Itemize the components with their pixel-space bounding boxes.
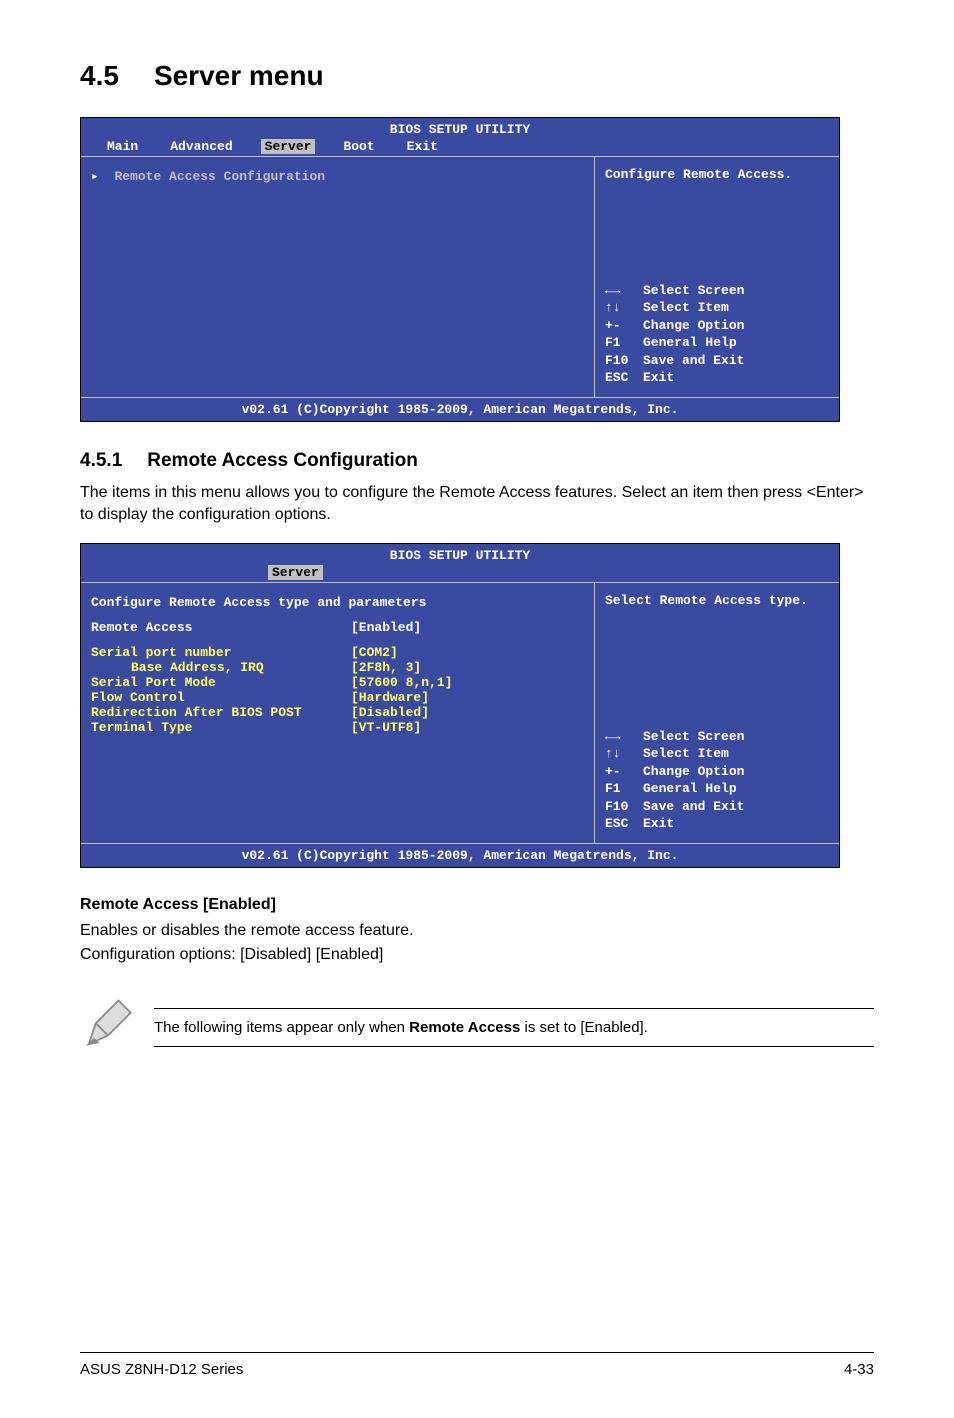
subsection-name: Remote Access Configuration bbox=[147, 450, 418, 471]
config-heading: Configure Remote Access type and paramet… bbox=[91, 595, 584, 610]
option-desc-1: Enables or disables the remote access fe… bbox=[80, 920, 874, 942]
option-desc-2: Configuration options: [Disabled] [Enabl… bbox=[80, 944, 874, 966]
bios-menu-bar-2: Server bbox=[81, 563, 839, 582]
page-footer: ASUS Z8NH-D12 Series 4-33 bbox=[80, 1352, 874, 1378]
note-block: The following items appear only when Rem… bbox=[80, 997, 874, 1058]
remote-access-config-item: Remote Access Configuration bbox=[114, 169, 325, 184]
subsection-title: 4.5.1 Remote Access Configuration bbox=[80, 450, 874, 472]
bios-menu-exit: Exit bbox=[391, 139, 454, 154]
note-text: The following items appear only when Rem… bbox=[154, 1008, 874, 1047]
bios-content-pane-2: Configure Remote Access type and paramet… bbox=[81, 583, 594, 843]
bios-menu-bar: Main Advanced Server Boot Exit bbox=[81, 137, 839, 156]
option-heading: Remote Access [Enabled] bbox=[80, 896, 874, 914]
bios-menu-boot: Boot bbox=[327, 139, 390, 154]
bios-help-pane-2: Select Remote Access type. ←→Select Scre… bbox=[594, 583, 839, 843]
section-name: Server menu bbox=[154, 60, 324, 91]
bios-copyright: v02.61 (C)Copyright 1985-2009, American … bbox=[81, 398, 839, 421]
bios-screenshot-1: BIOS SETUP UTILITY Main Advanced Server … bbox=[80, 117, 840, 422]
bios-menu-server: Server bbox=[261, 139, 316, 154]
bios-key-legend-2: ←→Select Screen ↑↓Select Item +-Change O… bbox=[605, 728, 829, 833]
footer-page-num: 4-33 bbox=[844, 1361, 874, 1378]
bios-menu-server-2: Server bbox=[268, 565, 323, 580]
footer-product: ASUS Z8NH-D12 Series bbox=[80, 1361, 243, 1378]
bios-help-text-2: Select Remote Access type. bbox=[605, 593, 829, 693]
section-num: 4.5 bbox=[80, 60, 119, 92]
subsection-body: The items in this menu allows you to con… bbox=[80, 482, 874, 527]
bios-menu-advanced: Advanced bbox=[154, 139, 248, 154]
bios-title-2: BIOS SETUP UTILITY bbox=[81, 544, 839, 563]
section-title: 4.5 Server menu bbox=[80, 60, 874, 92]
bios-copyright-2: v02.61 (C)Copyright 1985-2009, American … bbox=[81, 844, 839, 867]
bios-content-pane: ▸ Remote Access Configuration bbox=[81, 157, 594, 397]
subsection-num: 4.5.1 bbox=[80, 450, 122, 471]
bios-menu-main: Main bbox=[91, 139, 154, 154]
bios-help-text: Configure Remote Access. bbox=[605, 167, 829, 267]
bios-screenshot-2: BIOS SETUP UTILITY Server Configure Remo… bbox=[80, 543, 840, 868]
bios-key-legend: ←→Select Screen ↑↓Select Item +-Change O… bbox=[605, 282, 829, 387]
pencil-icon bbox=[80, 997, 136, 1058]
bios-title: BIOS SETUP UTILITY bbox=[81, 118, 839, 137]
bios-help-pane: Configure Remote Access. ←→Select Screen… bbox=[594, 157, 839, 397]
